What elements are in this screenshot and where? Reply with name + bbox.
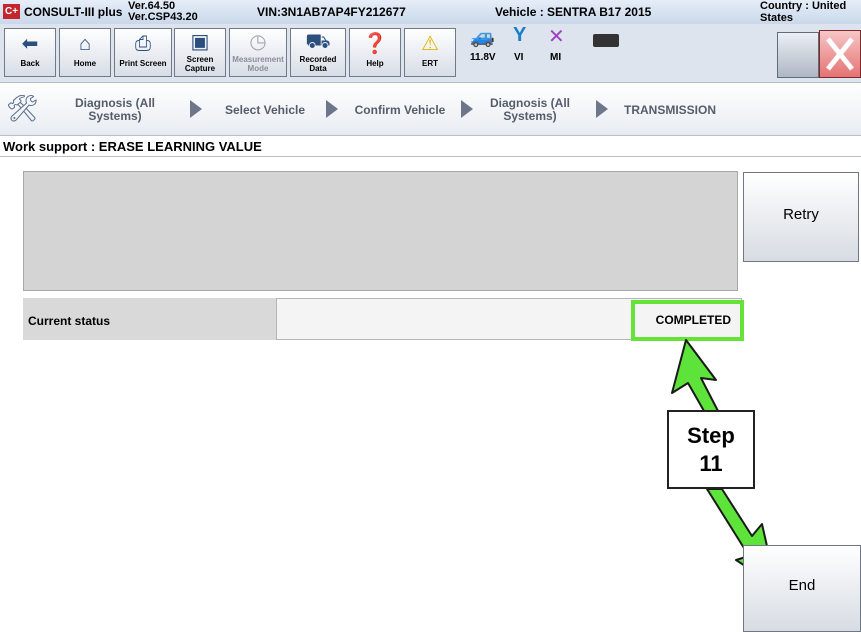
step-label: Step	[687, 423, 735, 448]
print-screen-button[interactable]: ⎙ Print Screen	[114, 28, 172, 77]
home-button[interactable]: ⌂ Home	[59, 28, 111, 77]
back-button[interactable]: ⬅ Back	[4, 28, 56, 77]
blank-button[interactable]	[777, 32, 819, 78]
signal-icon: Y	[513, 24, 527, 46]
measurement-icon: ◷	[249, 31, 267, 53]
battery-icon	[593, 34, 619, 47]
recorded-data-label: Recorded Data	[299, 55, 337, 73]
car-icon: 🚙	[470, 26, 495, 48]
current-status-label: Current status	[28, 314, 111, 328]
step-callout: Step 11	[667, 410, 755, 489]
breadcrumb-diagnosis-all-systems-2[interactable]: Diagnosis (All Systems)	[485, 97, 575, 123]
back-label: Back	[20, 59, 40, 68]
page-title: Work support : ERASE LEARNING VALUE	[3, 139, 262, 154]
work-support-header: Work support : ERASE LEARNING VALUE	[0, 136, 861, 157]
mi-disconnected-icon: ✕	[548, 26, 565, 48]
end-button[interactable]: End	[743, 545, 861, 632]
ert-button[interactable]: ⚠ ERT	[404, 28, 456, 77]
home-label: Home	[73, 59, 97, 68]
breadcrumb-arrow-icon	[326, 100, 338, 118]
ert-label: ERT	[422, 59, 438, 68]
help-icon: ❓	[362, 33, 388, 55]
home-icon: ⌂	[78, 33, 92, 55]
message-area	[23, 171, 738, 291]
breadcrumb-arrow-icon	[190, 100, 202, 118]
recorded-data-button[interactable]: ⛟ Recorded Data	[290, 28, 346, 77]
warning-icon: ⚠	[421, 33, 439, 55]
status-highlight-box	[631, 300, 744, 341]
close-icon	[826, 37, 854, 71]
toolbar: ⬅ Back ⌂ Home ⎙ Print Screen ▣ Screen Ca…	[0, 24, 861, 83]
screen-capture-button[interactable]: ▣ Screen Capture	[174, 28, 226, 77]
print-screen-label: Print Screen	[119, 59, 167, 68]
screen-capture-label: Screen Capture	[184, 55, 216, 73]
arrow-to-status-icon	[671, 339, 719, 412]
status-label-cell: Current status	[23, 298, 276, 340]
camera-icon: ▣	[190, 31, 210, 53]
country-label: Country : United States	[760, 0, 847, 24]
close-button[interactable]	[819, 30, 861, 78]
version-info: Ver.64.50 Ver.CSP43.20	[128, 1, 198, 23]
title-bar: C+ CONSULT-III plus Ver.64.50 Ver.CSP43.…	[0, 0, 861, 25]
breadcrumb-confirm-vehicle[interactable]: Confirm Vehicle	[350, 104, 450, 117]
measurement-mode-button[interactable]: ◷ Measurement Mode	[229, 28, 287, 77]
breadcrumb-select-vehicle[interactable]: Select Vehicle	[220, 104, 310, 117]
help-label: Help	[366, 59, 384, 68]
version-line-2: Ver.CSP43.20	[128, 11, 198, 23]
app-logo: C+	[3, 4, 20, 19]
app-name: CONSULT-III plus	[24, 5, 123, 19]
voltage-label: 11.8V	[470, 52, 496, 63]
breadcrumb-arrow-icon	[461, 100, 473, 118]
printer-icon: ⎙	[135, 33, 151, 55]
vehicle-label: Vehicle : SENTRA B17 2015	[495, 5, 652, 19]
technician-car-icon: 🛠	[6, 93, 40, 123]
recorded-data-icon: ⛟	[305, 31, 331, 53]
measurement-mode-label: Measurement Mode	[232, 55, 284, 73]
step-number: 11	[699, 451, 723, 476]
vin-label: VIN:3N1AB7AP4FY212677	[257, 5, 406, 19]
vi-label: VI	[514, 52, 524, 63]
mi-label: MI	[550, 52, 562, 63]
breadcrumb-diagnosis-all-systems[interactable]: Diagnosis (All Systems)	[70, 97, 160, 123]
breadcrumb-arrow-icon	[596, 100, 608, 118]
breadcrumb-transmission[interactable]: TRANSMISSION	[620, 104, 720, 117]
back-arrow-icon: ⬅	[21, 33, 39, 55]
retry-button[interactable]: Retry	[743, 172, 859, 262]
help-button[interactable]: ❓ Help	[349, 28, 401, 77]
